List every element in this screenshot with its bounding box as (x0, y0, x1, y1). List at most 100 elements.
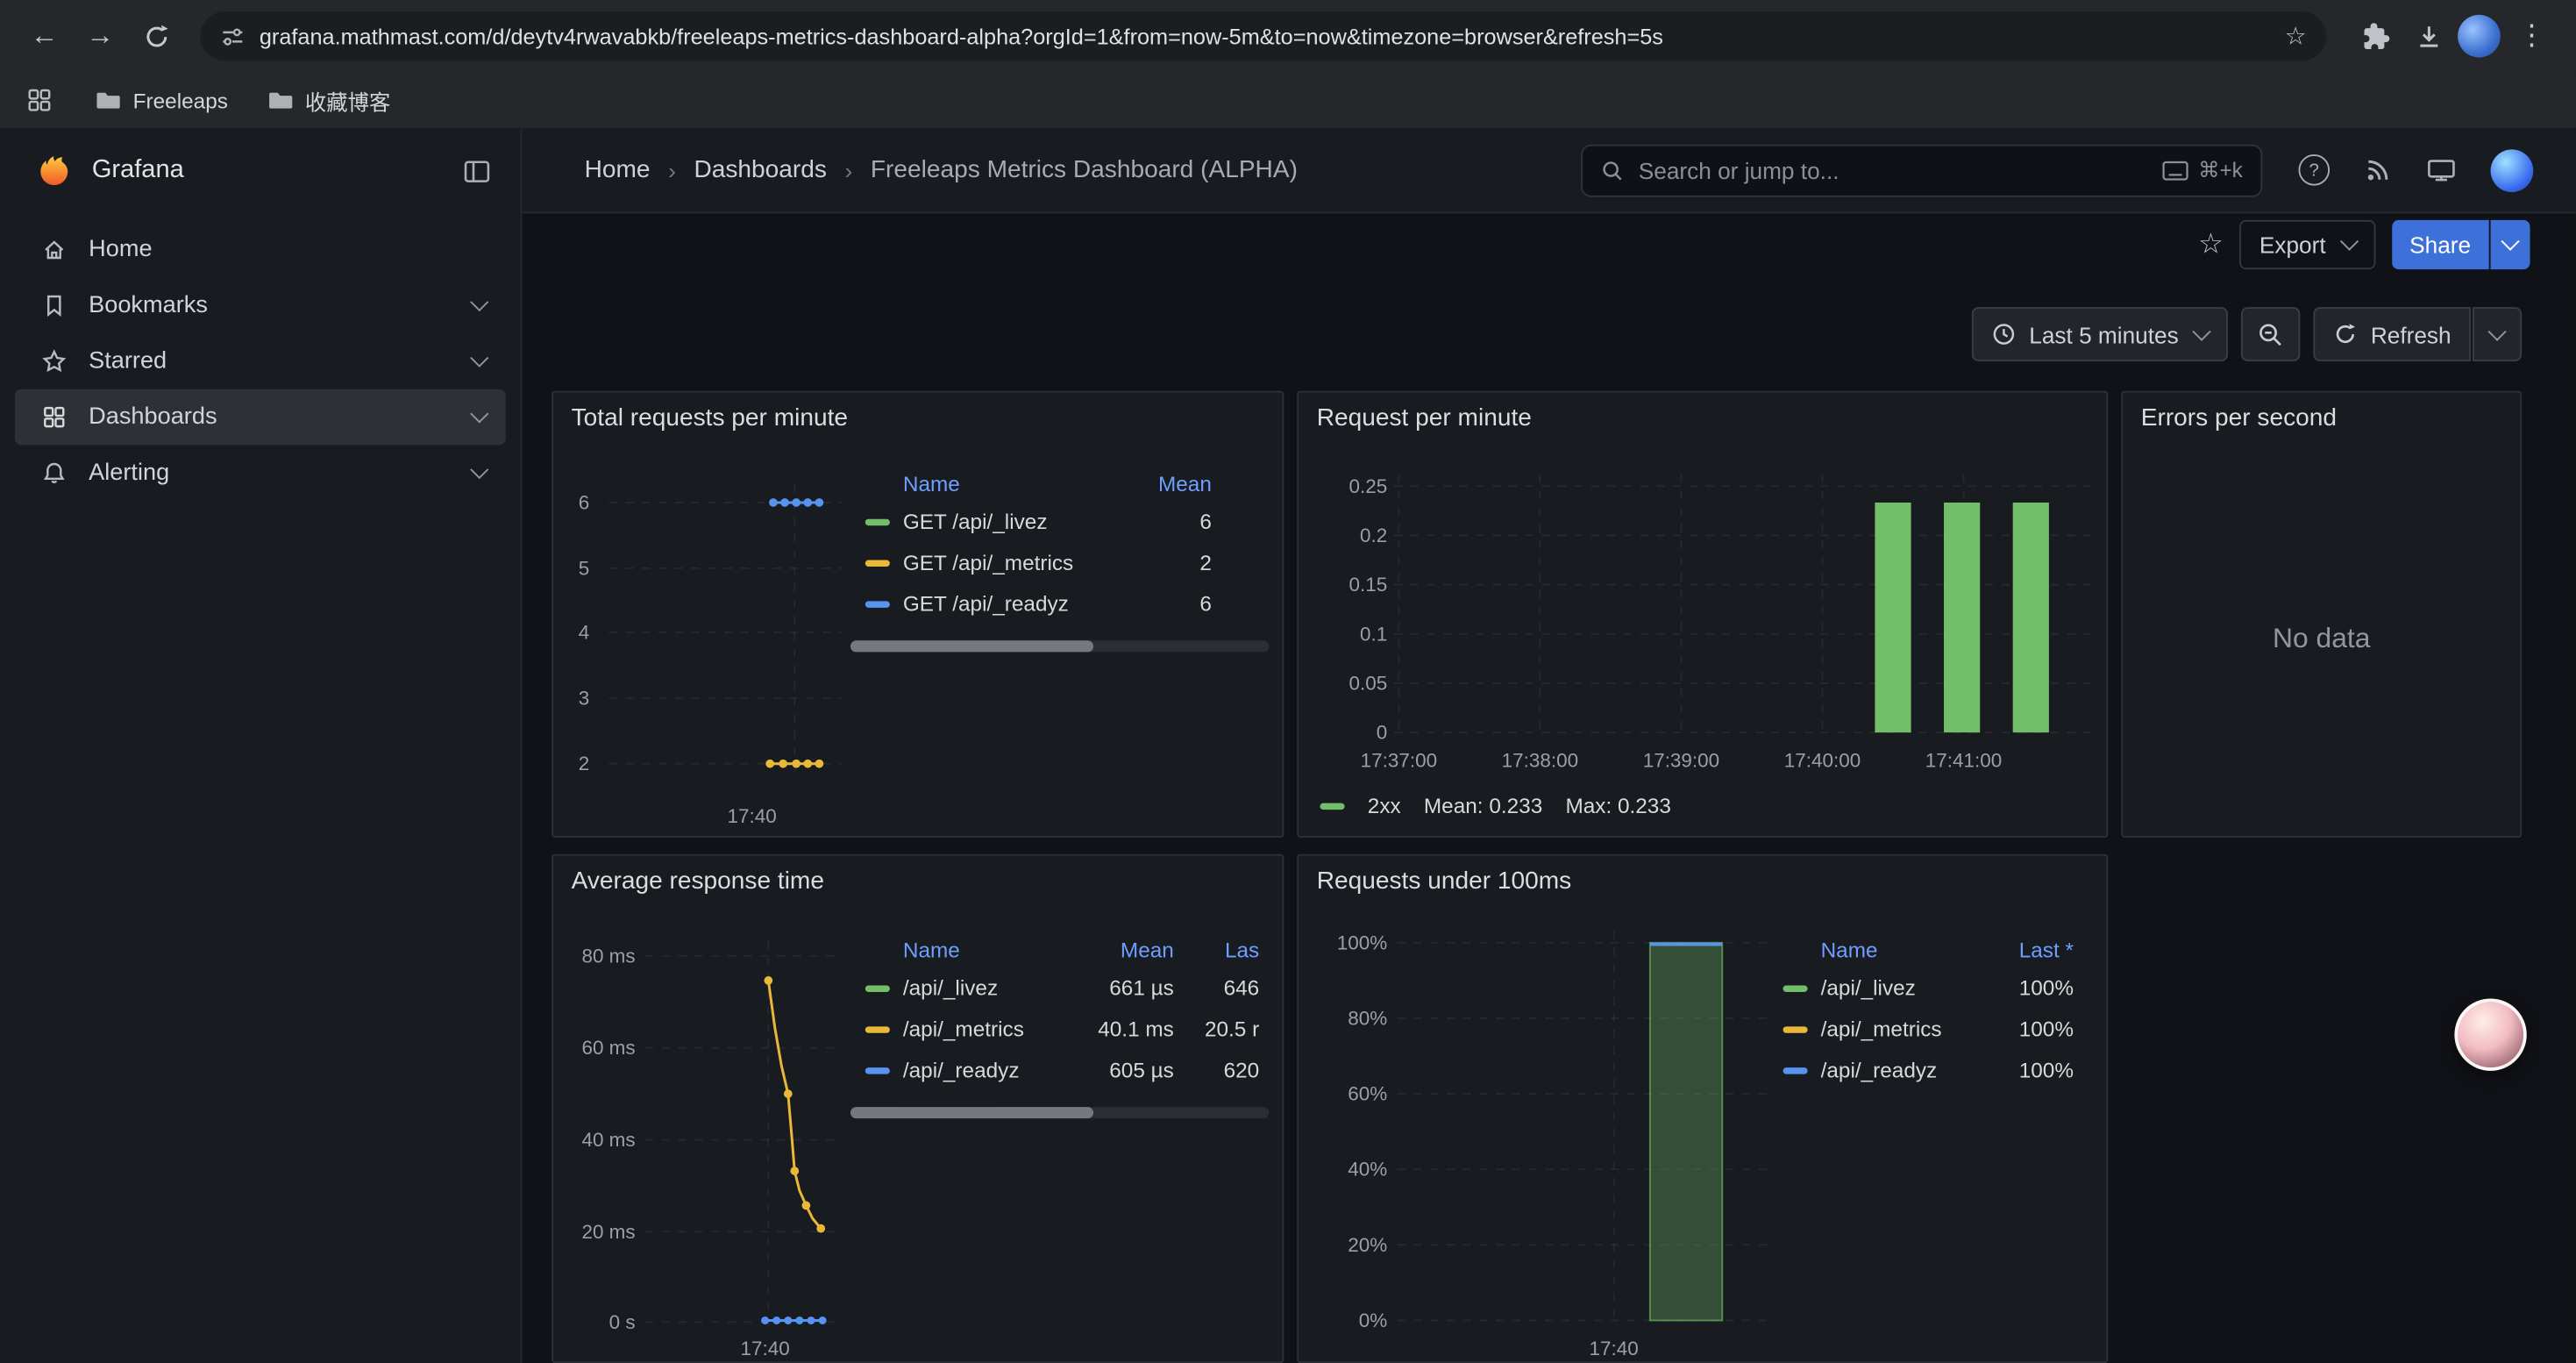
export-button[interactable]: Export (2239, 220, 2374, 269)
chevron-down-icon[interactable] (470, 349, 488, 368)
grafana-sidebar: Grafana Home Bookmarks (0, 128, 522, 1363)
column-header-name[interactable]: Name (903, 937, 960, 961)
favorite-dashboard-star-icon[interactable]: ☆ (2198, 228, 2224, 260)
sidebar-item-dashboards[interactable]: Dashboards (15, 389, 506, 446)
panel-left-icon (463, 157, 491, 185)
series-mean: 661 µs (1052, 975, 1174, 1000)
panel-title[interactable]: Errors per second (2141, 404, 2337, 432)
floating-assistant-avatar[interactable] (2454, 998, 2526, 1070)
bookmarks-bar: Freeleaps 收藏博客 (0, 72, 2576, 128)
news-rss-button[interactable] (2364, 156, 2392, 184)
sidebar-item-label: Bookmarks (89, 292, 208, 318)
breadcrumb-current: Freeleaps Metrics Dashboard (ALPHA) (871, 156, 1298, 184)
site-info-icon[interactable] (220, 24, 245, 48)
series-name[interactable]: /api/_metrics (903, 1017, 1052, 1041)
sidebar-item-alerting[interactable]: Alerting (15, 445, 506, 501)
series-name[interactable]: /api/_livez (903, 975, 1052, 1000)
time-range-picker[interactable]: Last 5 minutes (1972, 307, 2228, 361)
series-mean: 2 (1114, 550, 1212, 574)
dashboard-actions: ☆ Export Share (2198, 218, 2530, 271)
legend-row[interactable]: /api/_livez 661 µs 646 (850, 967, 1269, 1009)
legend-table: Name Mean Las /api/_livez 661 µs 646 /ap… (850, 931, 1269, 1091)
bookmark-page-star-icon[interactable]: ☆ (2285, 21, 2307, 51)
breadcrumb-home[interactable]: Home (585, 156, 651, 184)
series-name[interactable]: /api/_readyz (1821, 1058, 1982, 1082)
column-header-last[interactable]: Las (1174, 937, 1259, 961)
chevron-down-icon (2487, 322, 2506, 340)
browser-profile-avatar[interactable] (2458, 15, 2501, 58)
legend-scrollbar[interactable] (850, 640, 1269, 652)
column-header-mean[interactable]: Mean (1052, 937, 1174, 961)
sidebar-item-label: Starred (89, 348, 167, 375)
header-icons: ? (2299, 148, 2534, 191)
sidebar-item-home[interactable]: Home (15, 222, 506, 278)
browser-menu-button[interactable]: ⋮ (2507, 11, 2556, 61)
bookmark-label: Freeleaps (133, 88, 228, 112)
help-button[interactable]: ? (2299, 154, 2330, 186)
refresh-interval-button[interactable] (2473, 307, 2522, 361)
legend-scrollbar[interactable] (850, 1107, 1269, 1118)
bookmark-item-freeleaps[interactable]: Freeleaps (96, 87, 228, 113)
chevron-down-icon[interactable] (470, 404, 488, 423)
refresh-label: Refresh (2371, 321, 2451, 347)
chevron-down-icon[interactable] (470, 293, 488, 311)
series-mean: 6 (1114, 591, 1212, 616)
column-header-name[interactable]: Name (1821, 937, 1878, 961)
share-menu-button[interactable] (2491, 220, 2530, 269)
chevron-down-icon (2192, 322, 2210, 340)
extensions-button[interactable] (2352, 13, 2398, 59)
column-header-name[interactable]: Name (903, 470, 960, 495)
panel-total-requests: Total requests per minute 6 5 4 3 2 17:4… (551, 391, 1284, 838)
puzzle-icon (2362, 22, 2390, 50)
reload-button[interactable] (132, 11, 181, 61)
forward-button[interactable]: → (75, 11, 125, 61)
column-header-mean[interactable]: Mean (1114, 470, 1212, 495)
scrollbar-thumb[interactable] (850, 1107, 1093, 1118)
bookmark-item-blogs[interactable]: 收藏博客 (267, 84, 390, 116)
share-split-button: Share (2392, 220, 2530, 269)
dock-sidebar-button[interactable] (463, 157, 491, 185)
apps-grid-button[interactable] (23, 77, 55, 123)
series-name[interactable]: /api/_livez (1821, 975, 1982, 1000)
panel-errors-per-second: Errors per second No data (2121, 391, 2522, 838)
series-mean: 605 µs (1052, 1058, 1174, 1082)
legend-row[interactable]: /api/_livez 100% (1775, 967, 2093, 1009)
breadcrumb-dashboards[interactable]: Dashboards (694, 156, 826, 184)
series-name[interactable]: /api/_readyz (903, 1058, 1052, 1082)
url-bar[interactable]: grafana.mathmast.com/d/deytv4rwavabkb/fr… (200, 11, 2326, 61)
tv-kiosk-button[interactable] (2427, 156, 2457, 184)
series-name[interactable]: GET /api/_metrics (903, 550, 1114, 574)
zoom-out-button[interactable] (2241, 307, 2300, 361)
series-name[interactable]: GET /api/_livez (903, 509, 1114, 533)
breadcrumb: Home › Dashboards › Freeleaps Metrics Da… (585, 156, 1298, 184)
sidebar-item-bookmarks[interactable]: Bookmarks (15, 277, 506, 333)
bookmark-label: 收藏博客 (305, 84, 390, 116)
series-color-dash (1320, 803, 1344, 809)
legend-row[interactable]: /api/_readyz 100% (1775, 1050, 2093, 1091)
column-header-last[interactable]: Last * (1982, 937, 2074, 961)
legend-row[interactable]: /api/_metrics 40.1 ms 20.5 r (850, 1009, 1269, 1050)
share-button[interactable]: Share (2392, 220, 2489, 269)
sidebar-item-starred[interactable]: Starred (15, 333, 506, 389)
user-avatar[interactable] (2491, 148, 2534, 191)
downloads-button[interactable] (2405, 13, 2451, 59)
series-name[interactable]: 2xx (1368, 793, 1401, 817)
time-range-label: Last 5 minutes (2029, 321, 2179, 347)
search-input[interactable]: Search or jump to... ⌘+k (1581, 144, 2262, 196)
legend-row[interactable]: GET /api/_readyz 6 (850, 583, 1269, 624)
zoom-out-icon (2258, 321, 2284, 347)
scrollbar-thumb[interactable] (850, 640, 1093, 652)
legend-row[interactable]: /api/_readyz 605 µs 620 (850, 1050, 1269, 1091)
series-name[interactable]: GET /api/_readyz (903, 591, 1114, 616)
grafana-logo[interactable] (36, 153, 72, 189)
legend-row[interactable]: GET /api/_metrics 2 (850, 542, 1269, 583)
refresh-button[interactable]: Refresh (2313, 307, 2471, 361)
panel-avg-response-time: Average response time 80 ms 60 ms 40 ms … (551, 854, 1284, 1363)
legend-row[interactable]: GET /api/_livez 6 (850, 501, 1269, 542)
legend-row[interactable]: /api/_metrics 100% (1775, 1009, 2093, 1050)
apps-grid-icon (26, 87, 53, 113)
back-button[interactable]: ← (19, 11, 68, 61)
series-name[interactable]: /api/_metrics (1821, 1017, 1982, 1041)
chevron-down-icon[interactable] (470, 460, 488, 479)
browser-toolbar: ← → grafana.mathmast.com/d/deytv4rwavabk… (0, 0, 2576, 72)
